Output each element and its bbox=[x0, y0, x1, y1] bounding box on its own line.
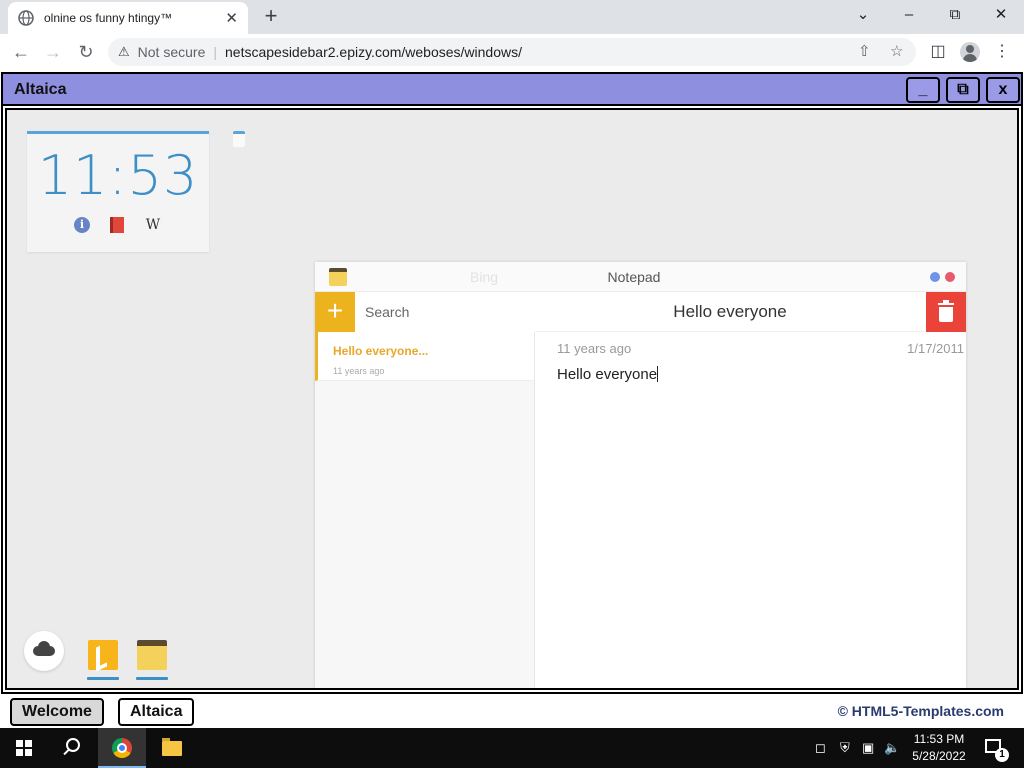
notes-sidebar: + Hello everyone... 11 years ago bbox=[315, 292, 535, 688]
bookmark-star-icon[interactable]: ☆ bbox=[890, 42, 903, 60]
delete-note-button[interactable] bbox=[926, 292, 966, 332]
add-note-button[interactable]: + bbox=[315, 292, 355, 332]
profile-avatar-icon[interactable] bbox=[960, 42, 980, 62]
forward-arrow-icon[interactable]: → bbox=[40, 39, 66, 65]
window-maximize-button[interactable]: ⧉ bbox=[946, 77, 980, 103]
reload-icon[interactable]: ↻ bbox=[73, 39, 99, 65]
bing-running-indicator bbox=[87, 677, 119, 680]
browser-tabstrip: olnine os funny htingy™ ✕ + ⌄ – ⧉ ✕ bbox=[0, 0, 1024, 34]
clock-widget-icons: i W bbox=[27, 217, 209, 233]
chrome-icon bbox=[112, 738, 132, 758]
note-item-title: Hello everyone... bbox=[333, 344, 429, 358]
file-explorer-icon[interactable] bbox=[162, 738, 182, 756]
notepad-running-indicator bbox=[136, 677, 168, 680]
browser-tab[interactable]: olnine os funny htingy™ ✕ bbox=[8, 2, 248, 34]
web-page: Altaica _ ⧉ x 11:53 i W Bing Notepad + S… bbox=[0, 70, 1024, 728]
note-body-text: Hello everyone bbox=[557, 366, 658, 383]
note-list-item[interactable]: Hello everyone... 11 years ago bbox=[315, 332, 534, 381]
restore-browser-button[interactable]: ⧉ bbox=[932, 0, 978, 30]
share-icon[interactable]: ⇧ bbox=[858, 42, 871, 60]
new-tab-button[interactable]: + bbox=[258, 3, 284, 29]
desktop-area: 11:53 i W Bing Notepad + Search Hello ev… bbox=[5, 108, 1019, 690]
notepad-title: Notepad bbox=[607, 269, 661, 285]
window-switcher-bar: Welcome Altaica © HTML5-Templates.com bbox=[0, 696, 1024, 728]
windows-taskbar: ◻ ⛨ ▣ 🔈 11:53 PM 5/28/2022 1 bbox=[0, 728, 1024, 768]
info-icon[interactable]: i bbox=[74, 217, 90, 233]
cloud-icon[interactable] bbox=[24, 631, 64, 671]
minimize-browser-button[interactable]: – bbox=[886, 0, 932, 30]
note-title[interactable]: Hello everyone bbox=[535, 292, 925, 332]
volume-icon[interactable]: 🔈 bbox=[884, 740, 900, 756]
credit-link[interactable]: © HTML5-Templates.com bbox=[838, 703, 1004, 719]
note-item-age: 11 years ago bbox=[333, 366, 385, 376]
security-shield-icon[interactable]: ⛨ bbox=[840, 740, 850, 756]
close-dot-icon[interactable] bbox=[945, 272, 955, 282]
search-icon bbox=[66, 738, 80, 752]
window-minimize-button[interactable]: _ bbox=[906, 77, 940, 103]
note-editor: Hello everyone 11 years ago 1/17/2011 He… bbox=[535, 292, 966, 688]
back-arrow-icon[interactable]: ← bbox=[8, 39, 34, 65]
close-browser-button[interactable]: ✕ bbox=[978, 0, 1024, 30]
trash-icon-can bbox=[939, 307, 953, 322]
globe-icon bbox=[18, 10, 34, 26]
start-button[interactable] bbox=[0, 728, 48, 768]
taskbar-clock[interactable]: 11:53 PM 5/28/2022 bbox=[900, 731, 978, 765]
network-icon[interactable]: ◻ bbox=[815, 740, 826, 756]
book-icon[interactable] bbox=[110, 217, 124, 233]
windows-logo-icon bbox=[16, 740, 32, 756]
notification-badge: 1 bbox=[995, 748, 1009, 762]
close-tab-icon[interactable]: ✕ bbox=[225, 9, 238, 27]
note-date: 1/17/2011 bbox=[907, 341, 964, 356]
bing-app-icon[interactable] bbox=[88, 640, 118, 670]
display-icon[interactable]: ▣ bbox=[862, 740, 874, 756]
omnibox-divider: | bbox=[213, 44, 217, 60]
text-caret bbox=[657, 366, 659, 382]
taskbar-chrome-button[interactable] bbox=[98, 728, 146, 768]
security-label[interactable]: Not secure bbox=[138, 44, 206, 60]
window-title: Altaica bbox=[14, 81, 67, 98]
trash-icon-lid bbox=[938, 303, 954, 305]
tab-search-icon[interactable]: ⌄ bbox=[840, 0, 886, 30]
clock-widget[interactable]: 11:53 i W bbox=[27, 131, 209, 252]
taskbar-date: 5/28/2022 bbox=[912, 749, 966, 763]
note-age: 11 years ago bbox=[557, 341, 632, 356]
side-panel-icon[interactable]: ◫ bbox=[926, 40, 950, 64]
url-text[interactable]: netscapesidebar2.epizy.com/weboses/windo… bbox=[225, 44, 522, 60]
notes-search-input[interactable] bbox=[355, 292, 535, 332]
notepad-header[interactable]: Bing Notepad bbox=[315, 262, 966, 292]
wikipedia-icon[interactable]: W bbox=[144, 217, 162, 233]
minimize-dot-icon[interactable] bbox=[930, 272, 940, 282]
altaica-window-button[interactable]: Altaica bbox=[118, 698, 195, 726]
taskbar-time: 11:53 PM bbox=[913, 732, 965, 746]
os-window: Altaica _ ⧉ x 11:53 i W Bing Notepad + S… bbox=[1, 72, 1023, 694]
address-bar[interactable]: ⚠ Not secure | netscapesidebar2.epizy.co… bbox=[108, 38, 916, 66]
notepad-app-icon[interactable] bbox=[137, 640, 167, 670]
tab-title: olnine os funny htingy™ bbox=[44, 11, 173, 25]
window-titlebar[interactable]: Altaica _ ⧉ x bbox=[3, 74, 1021, 106]
browser-toolbar: ← → ↻ ⚠ Not secure | netscapesidebar2.ep… bbox=[0, 34, 1024, 70]
notepad-window: Bing Notepad + Hello everyone... 11 year… bbox=[315, 262, 966, 688]
warning-icon[interactable]: ⚠ bbox=[118, 44, 130, 60]
clock-time: 11:53 bbox=[37, 144, 199, 207]
window-close-button[interactable]: x bbox=[986, 77, 1020, 103]
note-body-editor[interactable]: Hello everyone bbox=[557, 366, 659, 383]
mini-widget[interactable] bbox=[233, 131, 245, 147]
taskbar-search-button[interactable] bbox=[48, 728, 96, 768]
welcome-window-button[interactable]: Welcome bbox=[10, 698, 104, 726]
browser-menu-icon[interactable]: ⋮ bbox=[990, 40, 1014, 64]
